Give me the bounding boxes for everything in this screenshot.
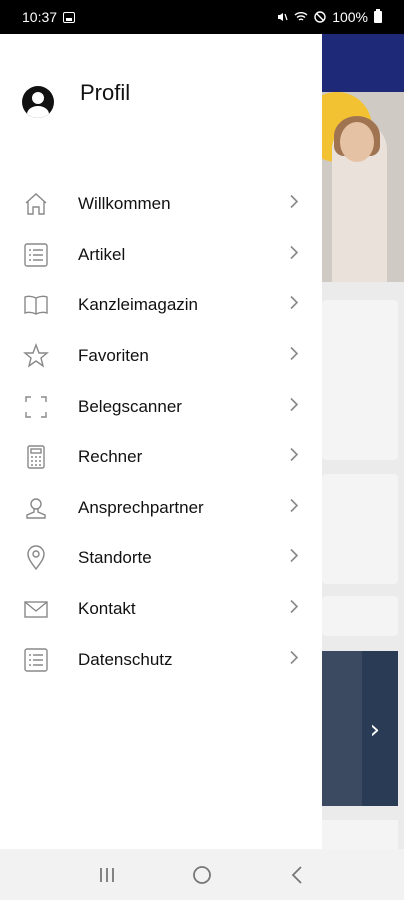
chevron-right-icon: [288, 548, 300, 569]
menu-item-kanzleimagazin[interactable]: Kanzleimagazin: [0, 280, 322, 331]
menu-item-label: Kanzleimagazin: [78, 295, 199, 315]
gallery-notification-icon: [63, 11, 76, 23]
content-card: [322, 596, 398, 636]
menu-item-label: Datenschutz: [78, 649, 173, 669]
menu-item-willkommen[interactable]: Willkommen: [0, 179, 322, 230]
star-icon: [22, 342, 50, 370]
menu-item-label: Rechner: [78, 447, 143, 467]
profile-label: Profil: [80, 80, 131, 105]
chevron-right-icon: [288, 447, 300, 468]
menu-item-ansprechpartner[interactable]: Ansprechpartner: [0, 483, 322, 534]
menu-item-label: Standorte: [78, 548, 152, 568]
chevron-right-icon: [288, 649, 300, 670]
hero-image: [322, 92, 404, 282]
scan-icon: [22, 393, 50, 421]
mute-icon: [278, 13, 288, 21]
menu-item-label: Kontakt: [78, 599, 136, 619]
menu-item-datenschutz[interactable]: Datenschutz: [0, 634, 322, 685]
menu-item-label: Willkommen: [78, 194, 171, 214]
chevron-right-icon: [288, 396, 300, 417]
profile-link[interactable]: Profil: [22, 80, 130, 118]
chevron-right-icon: [288, 497, 300, 518]
menu-item-label: Ansprechpartner: [78, 497, 204, 517]
home-icon: [22, 190, 50, 218]
wifi-icon: [294, 12, 308, 21]
menu-item-label: Artikel: [78, 244, 126, 264]
do-not-disturb-icon: [314, 11, 326, 23]
calculator-icon: [22, 443, 50, 471]
chevron-right-icon: [288, 599, 300, 620]
content-card: [322, 820, 398, 849]
menu-item-belegscanner[interactable]: Belegscanner: [0, 381, 322, 432]
recent-apps-icon[interactable]: [87, 860, 127, 890]
menu-item-favoriten[interactable]: Favoriten: [0, 331, 322, 382]
person-icon: [22, 494, 50, 522]
status-icons: 100%: [276, 9, 382, 25]
content-card: [322, 300, 398, 460]
content-card: [322, 474, 398, 584]
back-icon[interactable]: [277, 860, 317, 890]
list-icon: [22, 241, 50, 269]
drawer-menu: Willkommen Artikel Kanzleimagazin Favori…: [0, 179, 322, 685]
carousel-image: ›: [322, 651, 398, 806]
book-icon: [22, 291, 50, 319]
chevron-right-icon: [288, 194, 300, 215]
battery-icon: [374, 9, 382, 23]
location-pin-icon: [22, 544, 50, 572]
menu-item-standorte[interactable]: Standorte: [0, 533, 322, 584]
carousel-next-icon[interactable]: ›: [370, 715, 380, 745]
navigation-drawer: Profil Willkommen Artikel Kanzleimagazin…: [0, 34, 322, 849]
mail-icon: [22, 595, 50, 623]
chevron-right-icon: [288, 295, 300, 316]
menu-item-label: Belegscanner: [78, 396, 182, 416]
battery-percent: 100%: [332, 9, 368, 25]
avatar-icon: [22, 86, 54, 118]
chevron-right-icon: [288, 244, 300, 265]
status-bar: 10:37 100%: [0, 0, 404, 34]
menu-item-kontakt[interactable]: Kontakt: [0, 584, 322, 635]
menu-item-rechner[interactable]: Rechner: [0, 432, 322, 483]
menu-item-artikel[interactable]: Artikel: [0, 230, 322, 281]
document-icon: [22, 646, 50, 674]
system-nav-bar: [0, 849, 404, 900]
chevron-right-icon: [288, 346, 300, 367]
home-circle-icon[interactable]: [182, 860, 222, 890]
menu-item-label: Favoriten: [78, 346, 149, 366]
status-time: 10:37: [22, 9, 58, 25]
